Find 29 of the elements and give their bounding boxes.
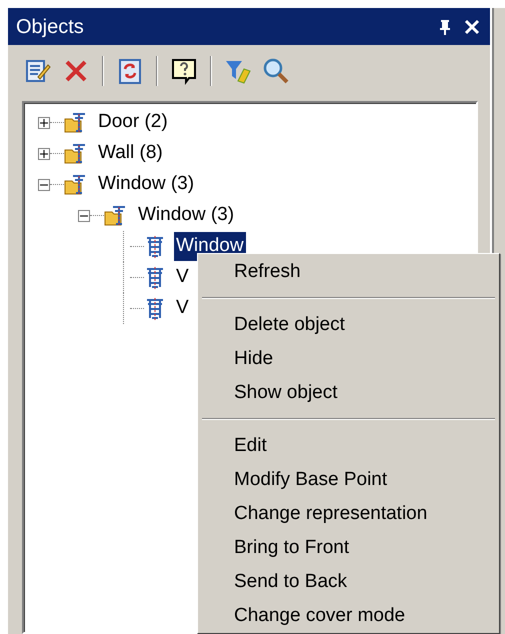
folder-icon — [104, 204, 128, 228]
tree-item[interactable]: V — [174, 294, 191, 323]
tree-item[interactable]: Window (3) — [136, 201, 236, 230]
tree-item[interactable]: Door (2) — [96, 108, 170, 137]
menu-item[interactable]: Hide — [198, 342, 499, 376]
close-icon[interactable] — [464, 18, 480, 34]
menu-item[interactable]: Bring to Front — [198, 531, 499, 565]
menu-item[interactable]: Delete object — [198, 308, 499, 342]
menu-item[interactable]: Modify Base Point — [198, 463, 499, 497]
tree-item[interactable]: Wall (8) — [96, 139, 165, 168]
expand-icon[interactable] — [38, 116, 50, 128]
menu-item[interactable]: Change cover mode — [198, 599, 499, 633]
collapse-icon[interactable] — [78, 210, 90, 222]
pin-icon[interactable] — [438, 18, 452, 34]
panel-title: Objects — [16, 14, 84, 40]
menu-item[interactable]: Send to Back — [198, 565, 499, 599]
menu-item[interactable]: Show object — [198, 376, 499, 410]
tree-item[interactable]: V — [174, 263, 191, 292]
folder-icon — [64, 142, 88, 166]
folder-icon — [64, 110, 88, 134]
window-object-icon — [144, 266, 166, 290]
tree-item[interactable]: Window (3) — [96, 170, 196, 199]
menu-item[interactable]: Edit — [198, 429, 499, 463]
window-object-icon — [144, 296, 166, 320]
expand-icon[interactable] — [38, 148, 50, 160]
window-object-icon — [144, 234, 166, 258]
folder-icon — [64, 172, 88, 196]
menu-item[interactable]: Change representation — [198, 497, 499, 531]
collapse-icon[interactable] — [38, 178, 50, 190]
